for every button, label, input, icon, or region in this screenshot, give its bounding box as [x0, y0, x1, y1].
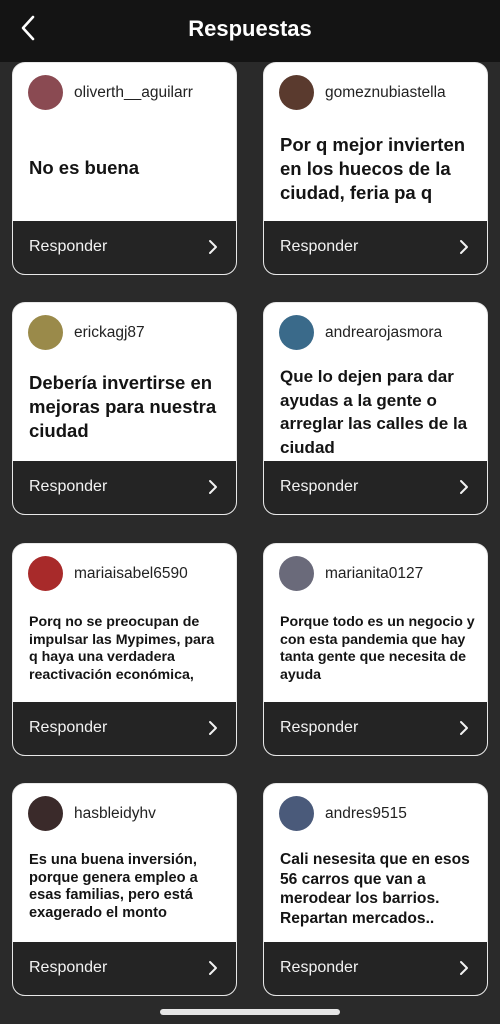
answer-text: Es una buena inversión, porque genera em…	[29, 852, 198, 921]
avatar[interactable]	[28, 796, 63, 831]
answer-card: hasbleidyhv Es una buena inversión, porq…	[12, 783, 237, 996]
avatar[interactable]	[279, 796, 314, 831]
chevron-right-icon	[460, 240, 468, 254]
page-title: Respuestas	[188, 16, 312, 41]
home-indicator	[160, 1009, 340, 1015]
avatar[interactable]	[279, 556, 314, 591]
reply-button[interactable]: Responder	[13, 702, 236, 755]
reply-label: Responder	[29, 238, 108, 255]
reply-button[interactable]: Responder	[264, 702, 487, 755]
chevron-right-icon	[209, 480, 217, 494]
username[interactable]: marianita0127	[325, 565, 423, 583]
answer-card: gomeznubiastella Por q mejor invierten e…	[263, 62, 488, 275]
answer-card: marianita0127 Porque todo es un negocio …	[263, 543, 488, 756]
avatar[interactable]	[28, 315, 63, 350]
answer-text: Debería invertirse en mejoras para nuest…	[29, 372, 217, 441]
avatar[interactable]	[279, 75, 314, 110]
answer-card: erickagj87 Debería invertirse en mejoras…	[12, 302, 237, 515]
reply-label: Responder	[280, 719, 359, 736]
username[interactable]: mariaisabel6590	[74, 565, 188, 583]
avatar[interactable]	[279, 315, 314, 350]
answer-text: Que lo dejen para dar ayudas a la gente …	[280, 367, 468, 457]
avatar[interactable]	[28, 556, 63, 591]
reply-button[interactable]: Responder	[264, 942, 487, 995]
username[interactable]: erickagj87	[74, 324, 145, 342]
reply-label: Responder	[29, 478, 108, 495]
chevron-right-icon	[460, 480, 468, 494]
top-bar: Respuestas	[0, 0, 500, 62]
answer-card: andrearojasmora Que lo dejen para dar ay…	[263, 302, 488, 515]
reply-label: Responder	[29, 719, 108, 736]
reply-button[interactable]: Responder	[264, 221, 487, 274]
chevron-right-icon	[209, 721, 217, 735]
answer-text: Cali nesesita que en esos 56 carros que …	[280, 851, 470, 927]
reply-button[interactable]: Responder	[13, 461, 236, 514]
username[interactable]: oliverth__aguilarr	[74, 84, 193, 102]
reply-label: Responder	[29, 959, 108, 976]
username[interactable]: gomeznubiastella	[325, 84, 446, 102]
answer-text: Porq no se preocupan de impulsar las Myp…	[29, 614, 215, 683]
answer-card: mariaisabel6590 Porq no se preocupan de …	[12, 543, 237, 756]
reply-button[interactable]: Responder	[264, 461, 487, 514]
answer-card: andres9515 Cali nesesita que en esos 56 …	[263, 783, 488, 996]
answer-text: No es buena	[29, 157, 139, 178]
chevron-right-icon	[209, 240, 217, 254]
reply-button[interactable]: Responder	[13, 942, 236, 995]
reply-label: Responder	[280, 478, 359, 495]
avatar[interactable]	[28, 75, 63, 110]
username[interactable]: hasbleidyhv	[74, 805, 156, 823]
reply-label: Responder	[280, 238, 359, 255]
username[interactable]: andres9515	[325, 805, 407, 823]
chevron-right-icon	[209, 961, 217, 975]
answer-text: Por q mejor invierten en los huecos de l…	[280, 134, 466, 203]
chevron-right-icon	[460, 721, 468, 735]
reply-button[interactable]: Responder	[13, 221, 236, 274]
reply-label: Responder	[280, 959, 359, 976]
answer-card: oliverth__aguilarr No es buena Responder	[12, 62, 237, 275]
username[interactable]: andrearojasmora	[325, 324, 442, 342]
chevron-right-icon	[460, 961, 468, 975]
answer-text: Porque todo es un negocio y con esta pan…	[280, 614, 475, 683]
